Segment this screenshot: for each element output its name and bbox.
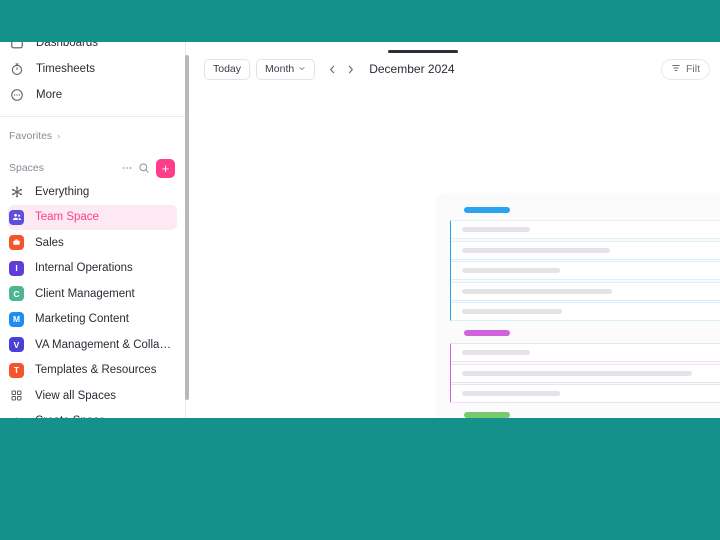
space-label: Sales xyxy=(35,236,64,249)
sidebar-item-timesheets[interactable]: Timesheets xyxy=(0,56,185,82)
skeleton-row xyxy=(451,220,720,239)
today-button[interactable]: Today xyxy=(204,58,251,80)
sidebar-scrollbar[interactable] xyxy=(185,55,189,400)
spaces-label: Spaces xyxy=(9,162,45,174)
filter-label: Filt xyxy=(686,63,700,75)
top-overlay-bar xyxy=(0,0,720,42)
next-period-button[interactable] xyxy=(341,59,359,80)
sales-badge-icon xyxy=(9,235,24,251)
space-label: VA Management & Collabor… xyxy=(35,338,171,351)
bottom-overlay-bar xyxy=(0,418,720,540)
sidebar-item-label: More xyxy=(36,89,63,101)
prev-period-button[interactable] xyxy=(323,59,341,80)
chevron-right-icon: › xyxy=(57,131,61,141)
ellipsis-icon[interactable] xyxy=(118,160,135,177)
sidebar-item-more[interactable]: More xyxy=(0,82,185,108)
skeleton-group-title xyxy=(464,330,510,336)
space-label: Client Management xyxy=(35,287,135,300)
loading-skeleton-card xyxy=(436,193,720,418)
skeleton-group-title xyxy=(464,207,510,213)
favorites-label: Favorites xyxy=(9,130,53,142)
period-title: December 2024 xyxy=(369,62,455,76)
filter-button[interactable]: Filt xyxy=(661,58,710,80)
search-icon[interactable] xyxy=(135,160,152,177)
space-label: Marketing Content xyxy=(35,313,129,326)
skeleton-group xyxy=(450,330,720,403)
skeleton-row xyxy=(451,281,720,301)
space-label: Everything xyxy=(35,185,90,198)
skeleton-row xyxy=(451,302,720,321)
app-window: Dashboards Timesheets More Favorites › S… xyxy=(0,0,720,427)
spaces-list: Everything Team Space Sales I Internal O… xyxy=(0,179,185,434)
add-space-button[interactable]: + xyxy=(156,158,175,178)
stopwatch-icon xyxy=(9,61,25,77)
sidebar-divider xyxy=(0,116,185,117)
skeleton-row-list xyxy=(450,220,720,321)
sidebar-item-view-all-spaces[interactable]: View all Spaces xyxy=(8,383,177,409)
chevron-down-icon xyxy=(298,64,306,74)
people-badge-icon xyxy=(9,209,24,225)
sidebar-favorites-header[interactable]: Favorites › xyxy=(0,125,185,147)
ellipsis-circle-icon xyxy=(9,87,25,103)
letter-badge-icon: T xyxy=(9,362,24,378)
skeleton-row-list xyxy=(450,343,720,403)
view-select-label: Month xyxy=(265,63,295,75)
screen: Dashboards Timesheets More Favorites › S… xyxy=(0,0,720,540)
filter-icon xyxy=(671,63,681,76)
letter-badge-icon: M xyxy=(9,311,24,327)
skeleton-row xyxy=(451,261,720,280)
sidebar: Dashboards Timesheets More Favorites › S… xyxy=(0,0,189,427)
sidebar-item-client-management[interactable]: C Client Management xyxy=(8,281,177,307)
skeleton-row xyxy=(451,240,720,260)
skeleton-row xyxy=(451,343,720,362)
sidebar-item-internal-operations[interactable]: I Internal Operations xyxy=(8,256,177,282)
sidebar-item-everything[interactable]: Everything xyxy=(8,179,177,205)
sidebar-item-templates-resources[interactable]: T Templates & Resources xyxy=(8,358,177,384)
sidebar-item-sales[interactable]: Sales xyxy=(8,230,177,256)
space-label: Team Space xyxy=(35,211,99,224)
main-content: Today Month December 2024 Filt xyxy=(186,0,720,418)
sidebar-item-va-management[interactable]: V VA Management & Collabor… xyxy=(8,332,177,358)
space-label: Templates & Resources xyxy=(35,364,157,377)
sidebar-spaces-header: Spaces + xyxy=(0,157,185,179)
skeleton-row xyxy=(451,363,720,383)
toolbar-right: Filt xyxy=(661,58,710,80)
letter-badge-icon: C xyxy=(9,286,24,302)
skeleton-row xyxy=(451,384,720,403)
active-tab-indicator xyxy=(388,50,458,53)
grid-icon xyxy=(9,388,24,403)
sidebar-item-marketing-content[interactable]: M Marketing Content xyxy=(8,307,177,333)
space-label: Internal Operations xyxy=(35,262,133,275)
view-select[interactable]: Month xyxy=(256,58,316,80)
letter-badge-icon: V xyxy=(9,337,24,353)
space-label: View all Spaces xyxy=(35,389,116,402)
skeleton-group xyxy=(450,207,720,321)
asterisk-icon xyxy=(9,184,24,199)
letter-badge-icon: I xyxy=(9,260,24,276)
sidebar-item-label: Timesheets xyxy=(36,63,96,75)
calendar-toolbar: Today Month December 2024 Filt xyxy=(186,56,720,82)
calendar-body xyxy=(186,88,720,418)
sidebar-item-team-space[interactable]: Team Space xyxy=(8,204,177,230)
